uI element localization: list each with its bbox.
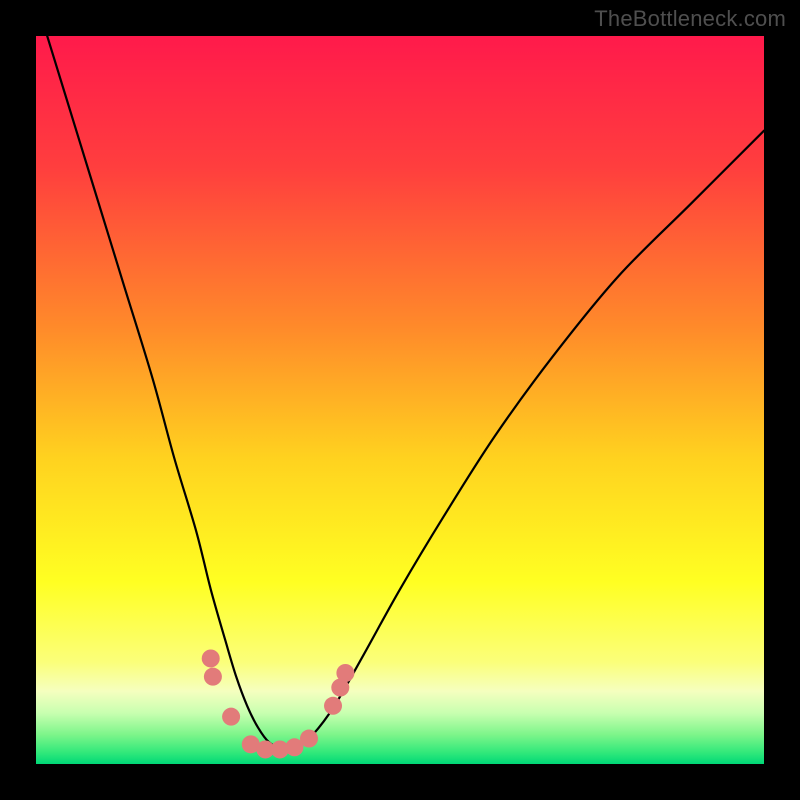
- bottleneck-curve: [36, 36, 764, 750]
- plot-area: [36, 36, 764, 764]
- highlight-dot: [204, 668, 222, 686]
- chart-frame: TheBottleneck.com: [0, 0, 800, 800]
- highlight-dot: [300, 730, 318, 748]
- highlight-dot: [324, 697, 342, 715]
- highlight-dot: [336, 664, 354, 682]
- highlight-dot: [202, 649, 220, 667]
- highlight-dots: [202, 649, 355, 758]
- watermark-text: TheBottleneck.com: [594, 6, 786, 32]
- highlight-dot: [222, 708, 240, 726]
- curve-layer: [36, 36, 764, 764]
